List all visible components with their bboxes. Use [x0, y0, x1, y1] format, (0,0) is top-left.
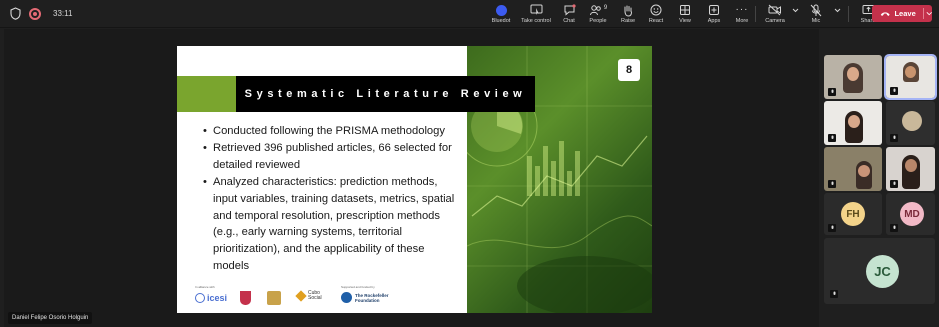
bluedot-icon	[495, 4, 507, 16]
add-app-icon	[709, 5, 719, 15]
react-button[interactable]: React	[642, 3, 670, 26]
chat-button[interactable]: Chat	[556, 3, 582, 26]
chevron-down-icon[interactable]	[926, 11, 932, 16]
mic-muted-icon	[828, 134, 836, 142]
participant-tile-active[interactable]	[884, 54, 937, 100]
cubo-icon	[295, 290, 307, 302]
grid-view-icon	[680, 5, 690, 15]
toolbar-actions: Bluedot Take control Chat 9 People Raise…	[486, 3, 756, 26]
toolbar-divider	[755, 6, 756, 22]
meeting-toolbar: 33:11 Bluedot Take control Chat 9 People…	[0, 0, 939, 28]
slide-bullet-list: Conducted following the PRISMA methodolo…	[203, 123, 463, 275]
bullet-item: Analyzed characteristics: prediction met…	[203, 174, 463, 275]
slide-title: Systematic Literature Review	[244, 88, 527, 100]
university-crest-logo	[240, 291, 251, 305]
view-button[interactable]: View	[670, 3, 700, 26]
chat-icon	[564, 4, 576, 16]
rockefeller-globe-icon	[341, 292, 352, 303]
rockefeller-logo: The Rockefeller Foundation	[341, 292, 393, 303]
icesi-logo: icesi	[195, 293, 227, 303]
camera-off-icon	[768, 4, 781, 16]
recording-icon	[29, 7, 41, 20]
apps-button[interactable]: Apps	[700, 3, 728, 26]
mic-muted-icon	[890, 180, 898, 188]
participant-tile[interactable]: FH	[824, 193, 882, 235]
participant-tile[interactable]: JC	[824, 238, 935, 304]
mic-muted-icon	[828, 88, 836, 96]
sponsor-logos: In alliance with icesi Cubo Social Suppo…	[195, 284, 455, 310]
slide-number: 8	[618, 59, 640, 81]
chevron-down-icon	[834, 8, 840, 12]
mic-muted-icon	[890, 87, 898, 95]
participant-tile[interactable]	[824, 101, 882, 145]
leave-divider	[922, 8, 924, 19]
av-controls: Camera Mic Share	[760, 3, 881, 26]
participant-initials-avatar: MD	[900, 202, 924, 226]
mic-off-icon	[810, 4, 822, 16]
mic-muted-icon	[890, 224, 898, 232]
funder-caption: Supported and funded by	[341, 285, 375, 289]
people-button[interactable]: 9 People	[582, 3, 614, 26]
take-control-icon	[530, 4, 542, 15]
presenter-name-tag: Daniel Felipe Osorio Holguin	[8, 312, 93, 324]
meeting-timer: 33:11	[53, 9, 73, 18]
bluedot-button[interactable]: Bluedot	[486, 3, 516, 26]
camera-button[interactable]: Camera	[760, 3, 790, 26]
municipal-crest-logo	[267, 291, 281, 305]
mic-button[interactable]: Mic	[800, 3, 832, 26]
take-control-button[interactable]: Take control	[516, 3, 556, 26]
mic-muted-icon	[890, 134, 898, 142]
icesi-emblem-icon	[195, 293, 205, 303]
participant-initials-avatar: FH	[841, 202, 865, 226]
teams-meeting-window: 33:11 Bluedot Take control Chat 9 People…	[0, 0, 939, 327]
meeting-status: 33:11	[10, 7, 72, 20]
participant-tile[interactable]	[886, 101, 935, 145]
camera-options-button[interactable]	[790, 3, 800, 26]
bullet-item: Conducted following the PRISMA methodolo…	[203, 123, 463, 140]
more-button[interactable]: ··· More	[728, 3, 756, 26]
phone-hangup-icon	[880, 11, 890, 16]
raise-hand-icon	[624, 5, 632, 17]
shield-icon	[10, 7, 21, 20]
mic-muted-icon	[828, 180, 836, 188]
mic-muted-icon	[830, 290, 838, 298]
leave-button[interactable]: Leave	[872, 5, 932, 22]
ellipsis-icon: ···	[735, 4, 749, 15]
participant-photo	[902, 111, 922, 131]
participant-tile[interactable]	[824, 55, 882, 99]
title-accent-bar	[177, 76, 237, 112]
toolbar-divider	[848, 6, 849, 22]
participant-initials-avatar: JC	[866, 255, 899, 288]
cubo-social-logo: Cubo Social	[295, 290, 330, 302]
smiley-icon	[650, 4, 662, 16]
mic-muted-icon	[828, 224, 836, 232]
people-count: 9	[603, 5, 608, 11]
presentation-slide: Systematic Literature Review 8 Conducted…	[177, 46, 652, 313]
participant-tile[interactable]	[824, 147, 882, 191]
participant-tile[interactable]: MD	[886, 193, 935, 235]
mic-options-button[interactable]	[832, 3, 842, 26]
presenter-name: Daniel Felipe Osorio Holguin	[12, 315, 89, 321]
bullet-item: Retrieved 396 published articles, 66 sel…	[203, 140, 463, 174]
alliance-caption: In alliance with	[195, 285, 215, 289]
slide-title-banner: Systematic Literature Review	[236, 76, 535, 112]
participant-tile[interactable]	[886, 147, 935, 191]
chevron-down-icon	[792, 8, 798, 12]
raise-hand-button[interactable]: Raise	[614, 3, 642, 26]
